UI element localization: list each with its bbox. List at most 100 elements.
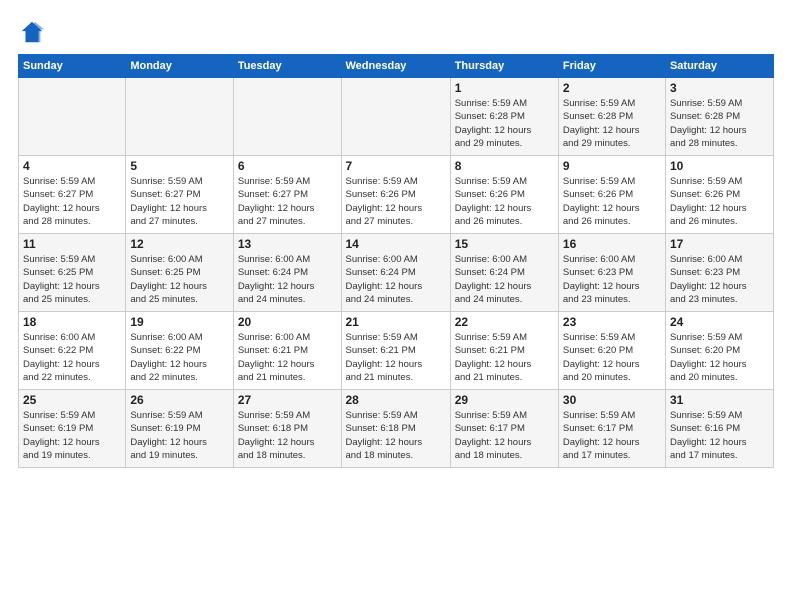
day-info: Sunrise: 5:59 AMSunset: 6:21 PMDaylight:… — [455, 331, 554, 384]
logo — [18, 18, 48, 46]
day-info: Sunrise: 5:59 AMSunset: 6:20 PMDaylight:… — [563, 331, 661, 384]
day-info: Sunrise: 5:59 AMSunset: 6:26 PMDaylight:… — [563, 175, 661, 228]
day-number: 31 — [670, 393, 769, 407]
cell-w3-d2: 13 Sunrise: 6:00 AMSunset: 6:24 PMDayligh… — [233, 234, 341, 312]
day-info: Sunrise: 5:59 AMSunset: 6:26 PMDaylight:… — [455, 175, 554, 228]
day-info: Sunrise: 5:59 AMSunset: 6:19 PMDaylight:… — [130, 409, 228, 462]
col-friday: Friday — [558, 55, 665, 78]
day-info: Sunrise: 5:59 AMSunset: 6:27 PMDaylight:… — [130, 175, 228, 228]
header — [18, 18, 774, 46]
cell-w2-d1: 5 Sunrise: 5:59 AMSunset: 6:27 PMDaylight… — [126, 156, 233, 234]
day-info: Sunrise: 6:00 AMSunset: 6:23 PMDaylight:… — [563, 253, 661, 306]
cell-w3-d3: 14Sunrise: 6:00 AMSunset: 6:24 PMDayligh… — [341, 234, 450, 312]
day-info: Sunrise: 6:00 AMSunset: 6:22 PMDaylight:… — [23, 331, 121, 384]
cell-w4-d3: 21 Sunrise: 5:59 AMSunset: 6:21 PMDayligh… — [341, 312, 450, 390]
cell-w2-d0: 4 Sunrise: 5:59 AMSunset: 6:27 PMDaylight… — [19, 156, 126, 234]
day-number: 12 — [130, 237, 228, 251]
day-number: 4 — [23, 159, 121, 173]
cell-w4-d6: 24Sunrise: 5:59 AMSunset: 6:20 PMDayligh… — [665, 312, 773, 390]
cell-w5-d2: 27Sunrise: 5:59 AMSunset: 6:18 PMDayligh… — [233, 390, 341, 468]
header-row: Sunday Monday Tuesday Wednesday Thursday… — [19, 55, 774, 78]
day-number: 22 — [455, 315, 554, 329]
cell-w4-d5: 23 Sunrise: 5:59 AMSunset: 6:20 PMDayligh… — [558, 312, 665, 390]
week-row-2: 4 Sunrise: 5:59 AMSunset: 6:27 PMDaylight… — [19, 156, 774, 234]
cell-w2-d3: 7 Sunrise: 5:59 AMSunset: 6:26 PMDaylight… — [341, 156, 450, 234]
cell-w2-d4: 8 Sunrise: 5:59 AMSunset: 6:26 PMDaylight… — [450, 156, 558, 234]
day-info: Sunrise: 6:00 AMSunset: 6:24 PMDaylight:… — [455, 253, 554, 306]
day-number: 10 — [670, 159, 769, 173]
day-info: Sunrise: 5:59 AMSunset: 6:19 PMDaylight:… — [23, 409, 121, 462]
logo-icon — [18, 18, 46, 46]
cell-w3-d1: 12Sunrise: 6:00 AMSunset: 6:25 PMDayligh… — [126, 234, 233, 312]
day-info: Sunrise: 5:59 AMSunset: 6:26 PMDaylight:… — [670, 175, 769, 228]
day-info: Sunrise: 6:00 AMSunset: 6:21 PMDaylight:… — [238, 331, 337, 384]
day-info: Sunrise: 5:59 AMSunset: 6:21 PMDaylight:… — [346, 331, 446, 384]
day-number: 5 — [130, 159, 228, 173]
day-number: 19 — [130, 315, 228, 329]
day-number: 29 — [455, 393, 554, 407]
calendar-body: 1Sunrise: 5:59 AMSunset: 6:28 PMDaylight… — [19, 78, 774, 468]
week-row-1: 1Sunrise: 5:59 AMSunset: 6:28 PMDaylight… — [19, 78, 774, 156]
col-thursday: Thursday — [450, 55, 558, 78]
cell-w1-d4: 1Sunrise: 5:59 AMSunset: 6:28 PMDaylight… — [450, 78, 558, 156]
cell-w2-d6: 10 Sunrise: 5:59 AMSunset: 6:26 PMDayligh… — [665, 156, 773, 234]
cell-w1-d6: 3 Sunrise: 5:59 AMSunset: 6:28 PMDaylight… — [665, 78, 773, 156]
day-number: 25 — [23, 393, 121, 407]
day-info: Sunrise: 6:00 AMSunset: 6:23 PMDaylight:… — [670, 253, 769, 306]
day-number: 14 — [346, 237, 446, 251]
day-number: 13 — [238, 237, 337, 251]
cell-w1-d3 — [341, 78, 450, 156]
cell-w1-d2 — [233, 78, 341, 156]
cell-w3-d5: 16 Sunrise: 6:00 AMSunset: 6:23 PMDayligh… — [558, 234, 665, 312]
calendar-header: Sunday Monday Tuesday Wednesday Thursday… — [19, 55, 774, 78]
day-number: 16 — [563, 237, 661, 251]
day-number: 26 — [130, 393, 228, 407]
day-number: 2 — [563, 81, 661, 95]
day-info: Sunrise: 5:59 AMSunset: 6:28 PMDaylight:… — [670, 97, 769, 150]
day-info: Sunrise: 5:59 AMSunset: 6:27 PMDaylight:… — [238, 175, 337, 228]
day-number: 30 — [563, 393, 661, 407]
day-info: Sunrise: 5:59 AMSunset: 6:18 PMDaylight:… — [346, 409, 446, 462]
day-info: Sunrise: 5:59 AMSunset: 6:18 PMDaylight:… — [238, 409, 337, 462]
day-number: 24 — [670, 315, 769, 329]
cell-w5-d4: 29 Sunrise: 5:59 AMSunset: 6:17 PMDayligh… — [450, 390, 558, 468]
cell-w4-d4: 22 Sunrise: 5:59 AMSunset: 6:21 PMDayligh… — [450, 312, 558, 390]
day-number: 23 — [563, 315, 661, 329]
col-wednesday: Wednesday — [341, 55, 450, 78]
cell-w4-d0: 18 Sunrise: 6:00 AMSunset: 6:22 PMDayligh… — [19, 312, 126, 390]
day-info: Sunrise: 5:59 AMSunset: 6:28 PMDaylight:… — [455, 97, 554, 150]
calendar-table: Sunday Monday Tuesday Wednesday Thursday… — [18, 54, 774, 468]
day-number: 8 — [455, 159, 554, 173]
day-number: 18 — [23, 315, 121, 329]
cell-w5-d1: 26 Sunrise: 5:59 AMSunset: 6:19 PMDayligh… — [126, 390, 233, 468]
cell-w5-d5: 30Sunrise: 5:59 AMSunset: 6:17 PMDayligh… — [558, 390, 665, 468]
day-info: Sunrise: 5:59 AMSunset: 6:27 PMDaylight:… — [23, 175, 121, 228]
cell-w2-d2: 6Sunrise: 5:59 AMSunset: 6:27 PMDaylight… — [233, 156, 341, 234]
day-info: Sunrise: 5:59 AMSunset: 6:16 PMDaylight:… — [670, 409, 769, 462]
week-row-3: 11 Sunrise: 5:59 AMSunset: 6:25 PMDayligh… — [19, 234, 774, 312]
day-number: 15 — [455, 237, 554, 251]
day-number: 28 — [346, 393, 446, 407]
day-number: 11 — [23, 237, 121, 251]
week-row-5: 25 Sunrise: 5:59 AMSunset: 6:19 PMDayligh… — [19, 390, 774, 468]
col-tuesday: Tuesday — [233, 55, 341, 78]
day-number: 7 — [346, 159, 446, 173]
day-number: 3 — [670, 81, 769, 95]
cell-w1-d1 — [126, 78, 233, 156]
cell-w1-d0 — [19, 78, 126, 156]
day-info: Sunrise: 6:00 AMSunset: 6:22 PMDaylight:… — [130, 331, 228, 384]
day-number: 17 — [670, 237, 769, 251]
day-number: 21 — [346, 315, 446, 329]
cell-w1-d5: 2 Sunrise: 5:59 AMSunset: 6:28 PMDaylight… — [558, 78, 665, 156]
cell-w3-d6: 17 Sunrise: 6:00 AMSunset: 6:23 PMDayligh… — [665, 234, 773, 312]
day-info: Sunrise: 6:00 AMSunset: 6:24 PMDaylight:… — [238, 253, 337, 306]
day-info: Sunrise: 5:59 AMSunset: 6:17 PMDaylight:… — [455, 409, 554, 462]
cell-w5-d6: 31 Sunrise: 5:59 AMSunset: 6:16 PMDayligh… — [665, 390, 773, 468]
day-info: Sunrise: 5:59 AMSunset: 6:28 PMDaylight:… — [563, 97, 661, 150]
cell-w4-d2: 20Sunrise: 6:00 AMSunset: 6:21 PMDayligh… — [233, 312, 341, 390]
col-monday: Monday — [126, 55, 233, 78]
cell-w4-d1: 19 Sunrise: 6:00 AMSunset: 6:22 PMDayligh… — [126, 312, 233, 390]
page: Sunday Monday Tuesday Wednesday Thursday… — [0, 0, 792, 612]
day-info: Sunrise: 5:59 AMSunset: 6:25 PMDaylight:… — [23, 253, 121, 306]
day-info: Sunrise: 5:59 AMSunset: 6:26 PMDaylight:… — [346, 175, 446, 228]
